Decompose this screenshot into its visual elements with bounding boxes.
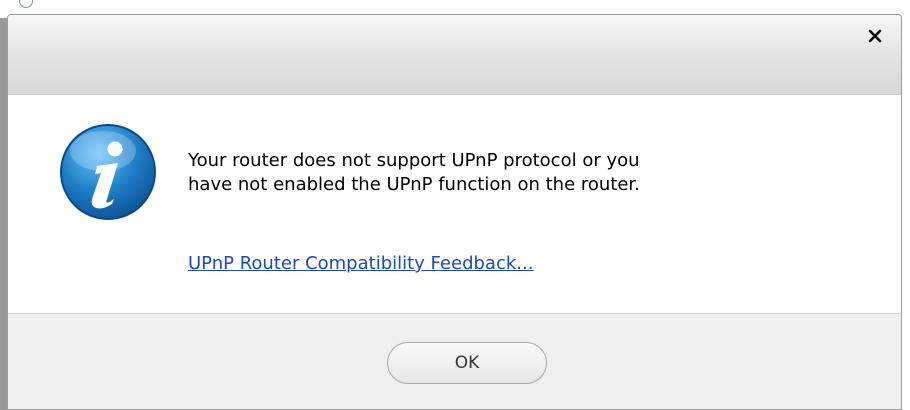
close-icon: [868, 29, 882, 43]
ok-button[interactable]: OK: [387, 342, 547, 384]
dialog-header: [8, 15, 901, 95]
info-icon: [60, 124, 156, 220]
background-page-text: [6, 0, 33, 9]
compatibility-feedback-link[interactable]: UPnP Router Compatibility Feedback...: [188, 252, 533, 276]
message-line: have not enabled the UPnP function on th…: [188, 174, 640, 195]
message-line: Your router does not support UPnP protoc…: [188, 150, 640, 171]
dialog-message: Your router does not support UPnP protoc…: [188, 149, 640, 197]
close-button[interactable]: [865, 26, 885, 46]
help-icon: [18, 0, 33, 8]
